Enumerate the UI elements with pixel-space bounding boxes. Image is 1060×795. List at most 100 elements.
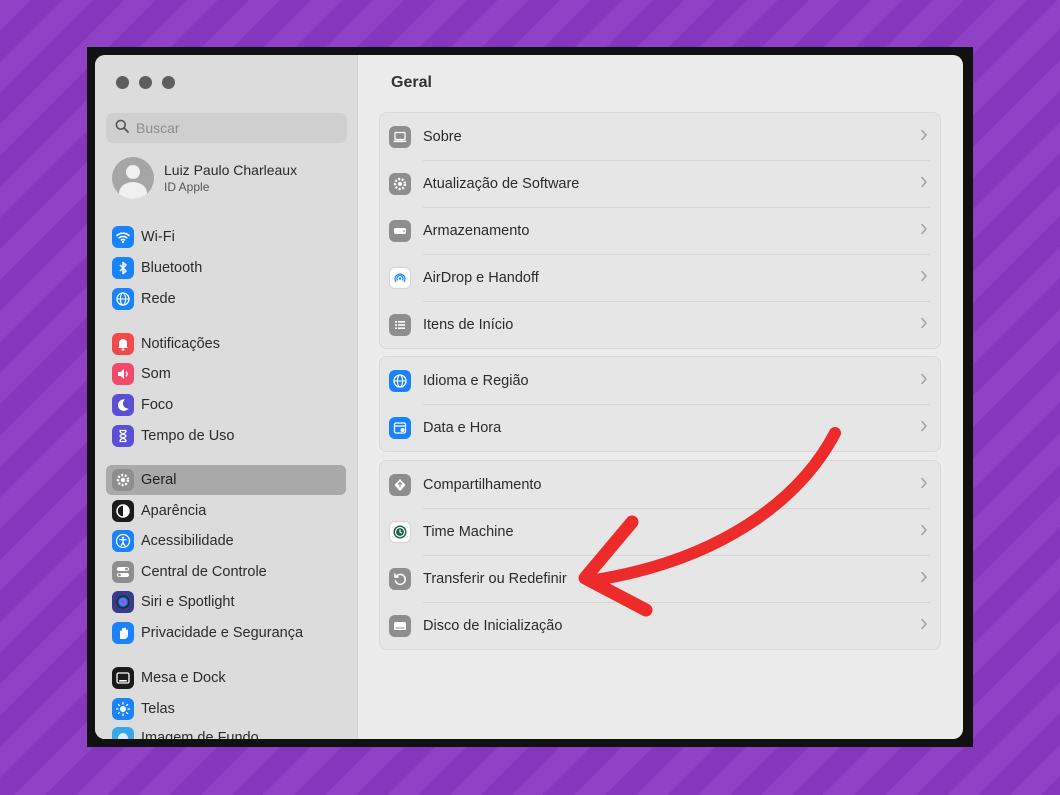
sidebar-item-notificacoes[interactable]: Notificações (106, 329, 346, 359)
settings-row-compartilhamento[interactable]: Compartilhamento (380, 461, 940, 508)
settings-group: Compartilhamento Time Machine Transferir o… (379, 460, 941, 650)
sidebar-item-central-de-controle[interactable]: Central de Controle (106, 557, 346, 587)
hand-icon (112, 622, 134, 644)
sidebar-item-bluetooth[interactable]: Bluetooth (106, 253, 346, 283)
settings-row-label: Data e Hora (423, 419, 502, 436)
chevron-right-icon (920, 175, 940, 193)
bell-icon (112, 333, 134, 355)
sidebar-item-label: Bluetooth (141, 260, 203, 276)
sidebar-item-label: Rede (141, 291, 176, 307)
sidebar-item-label: Acessibilidade (141, 533, 234, 549)
sidebar-item-mesa-e-dock[interactable]: Mesa e Dock (106, 663, 346, 693)
settings-row-itens-de-inicio[interactable]: Itens de Início (380, 301, 940, 348)
settings-group: Sobre Atualização de Software Armazenament… (379, 112, 941, 349)
apple-id-profile[interactable]: Luiz Paulo Charleaux ID Apple (112, 157, 297, 199)
search-box[interactable] (106, 113, 347, 143)
moon-icon (112, 394, 134, 416)
avatar (112, 157, 154, 199)
drive-icon (389, 219, 411, 242)
gear-icon (112, 469, 134, 491)
chevron-right-icon (920, 570, 940, 588)
zoom-button[interactable] (162, 76, 175, 89)
search-icon (115, 119, 129, 138)
wallpaper-icon (112, 727, 134, 739)
sidebar-item-label: Central de Controle (141, 564, 267, 580)
sidebar-item-privacidade-e-seguranca[interactable]: Privacidade e Segurança (106, 618, 346, 648)
settings-row-label: Armazenamento (423, 222, 530, 239)
settings-row-time-machine[interactable]: Time Machine (380, 508, 940, 555)
settings-row-label: Sobre (423, 128, 462, 145)
sidebar-item-rede[interactable]: Rede (106, 284, 346, 314)
settings-group: Idioma e Região Data e Hora (379, 356, 941, 452)
sidebar-item-label: Telas (141, 701, 175, 717)
chevron-right-icon (920, 128, 940, 146)
gear-update-icon (389, 172, 411, 195)
sidebar-item-aparencia[interactable]: Aparência (106, 496, 346, 526)
chevron-right-icon (920, 372, 940, 390)
settings-window: Luiz Paulo Charleaux ID Apple Wi-Fi Bluet… (95, 55, 963, 739)
chevron-right-icon (920, 523, 940, 541)
sidebar-item-label: Foco (141, 397, 174, 413)
settings-row-label: Transferir ou Redefinir (423, 570, 567, 587)
reset-icon (389, 567, 411, 590)
sidebar-item-label: Geral (141, 472, 177, 488)
sidebar-item-wi-fi[interactable]: Wi-Fi (106, 222, 346, 252)
settings-row-label: AirDrop e Handoff (423, 269, 539, 286)
settings-row-label: Itens de Início (423, 316, 514, 333)
chevron-right-icon (920, 476, 940, 494)
settings-row-label: Disco de Inicialização (423, 617, 563, 634)
minimize-button[interactable] (139, 76, 152, 89)
sidebar-item-label: Aparência (141, 503, 207, 519)
sun-icon (112, 698, 134, 720)
wifi-icon (112, 226, 134, 248)
startup-disk-icon (389, 614, 411, 637)
sidebar-item-siri-e-spotlight[interactable]: Siri e Spotlight (106, 587, 346, 617)
sidebar-item-geral[interactable]: Geral (106, 465, 346, 495)
settings-row-label: Atualização de Software (423, 175, 580, 192)
chevron-right-icon (920, 617, 940, 635)
globe-icon (112, 288, 134, 310)
globe-icon (389, 369, 411, 392)
profile-name: Luiz Paulo Charleaux (164, 162, 298, 178)
profile-subtitle: ID Apple (164, 180, 210, 194)
sidebar-item-label: Wi-Fi (141, 229, 175, 245)
airdrop-icon (389, 266, 411, 289)
settings-row-airdrop-e-handoff[interactable]: AirDrop e Handoff (380, 254, 940, 301)
settings-row-disco-de-inicializacao[interactable]: Disco de Inicialização (380, 602, 940, 649)
hourglass-icon (112, 425, 134, 447)
settings-row-data-e-hora[interactable]: Data e Hora (380, 404, 940, 451)
list-icon (389, 313, 411, 336)
siri-icon (112, 591, 134, 613)
settings-row-armazenamento[interactable]: Armazenamento (380, 207, 940, 254)
search-input[interactable] (136, 120, 336, 136)
sharing-icon (389, 473, 411, 496)
sidebar-item-tempo-de-uso[interactable]: Tempo de Uso (106, 421, 346, 451)
sidebar-item-imagem-de-fundo[interactable]: Imagem de Fundo (106, 723, 346, 739)
sidebar-item-telas[interactable]: Telas (106, 694, 346, 724)
sidebar-item-label: Som (141, 366, 171, 382)
settings-row-label: Compartilhamento (423, 476, 542, 493)
appearance-icon (112, 500, 134, 522)
sidebar-item-label: Privacidade e Segurança (141, 625, 304, 641)
settings-row-label: Idioma e Região (423, 372, 529, 389)
close-button[interactable] (116, 76, 129, 89)
sidebar-item-som[interactable]: Som (106, 359, 346, 389)
settings-row-transferir-ou-redefinir[interactable]: Transferir ou Redefinir (380, 555, 940, 602)
sidebar-item-foco[interactable]: Foco (106, 390, 346, 420)
laptop-icon (389, 125, 411, 148)
chevron-right-icon (920, 222, 940, 240)
settings-row-label: Time Machine (423, 523, 514, 540)
screenshot-frame: Luiz Paulo Charleaux ID Apple Wi-Fi Bluet… (87, 47, 973, 747)
window-controls (116, 76, 175, 89)
settings-row-sobre[interactable]: Sobre (380, 113, 940, 160)
settings-row-idioma-e-regiao[interactable]: Idioma e Região (380, 357, 940, 404)
bluetooth-icon (112, 257, 134, 279)
sidebar-item-label: Tempo de Uso (141, 428, 235, 444)
speaker-icon (112, 363, 134, 385)
sidebar-item-label: Notificações (141, 336, 220, 352)
time-machine-icon (389, 520, 411, 543)
accessibility-icon (112, 530, 134, 552)
settings-row-atualizacao-de-software[interactable]: Atualização de Software (380, 160, 940, 207)
dock-icon (112, 667, 134, 689)
sidebar-item-acessibilidade[interactable]: Acessibilidade (106, 526, 346, 556)
